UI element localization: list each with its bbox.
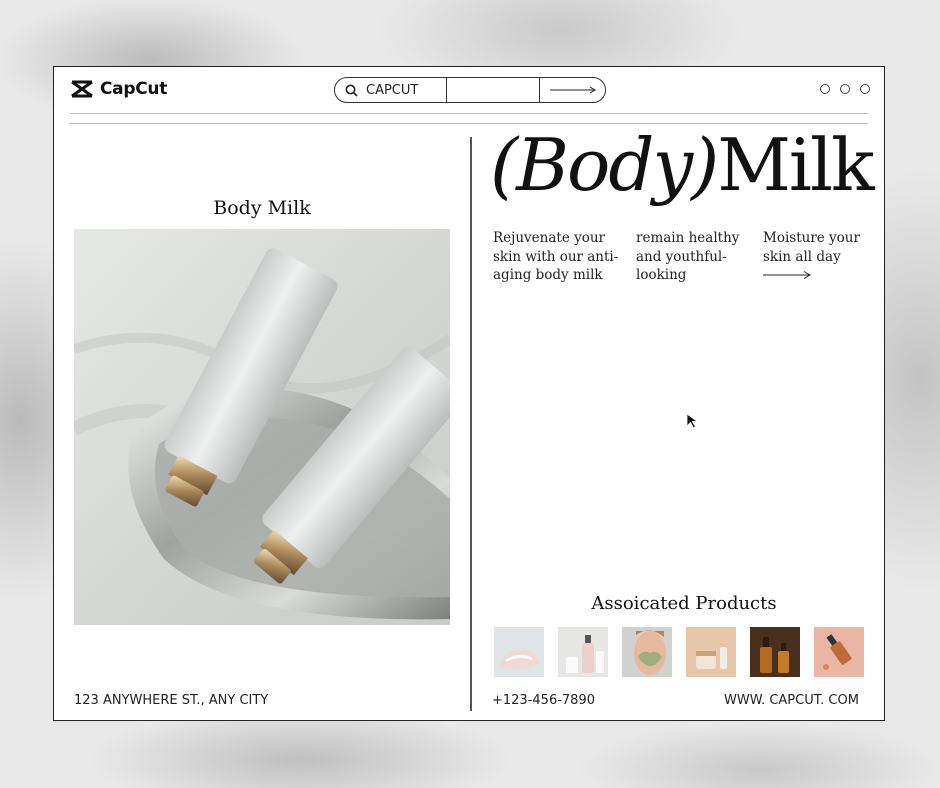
description-column: remain healthy and youthful- looking [636, 229, 739, 285]
lotion-bottles-image [558, 627, 608, 677]
window-controls [820, 84, 870, 94]
description-column: Moisture your skin all day [763, 229, 860, 280]
capcut-logo[interactable]: CapCut [70, 79, 167, 99]
description-column: Rejuvenate your skin with our anti- agin… [493, 229, 618, 285]
hero-title-rest: Milk [717, 123, 874, 207]
search-value: CAPCUT [366, 82, 419, 98]
description-line: skin all day [763, 248, 841, 265]
product-thumbnail[interactable] [814, 627, 864, 677]
dropper-bottle-image [814, 627, 864, 677]
search-go-button[interactable] [540, 78, 605, 102]
search-field-blank[interactable] [447, 78, 540, 102]
product-title: Body Milk [213, 197, 311, 219]
description-line: skin with our anti- [493, 248, 619, 265]
search-input[interactable]: CAPCUT [335, 78, 447, 102]
product-thumbnail[interactable] [750, 627, 800, 677]
product-thumbnail[interactable] [494, 627, 544, 677]
description-line: remain healthy [636, 230, 740, 246]
product-thumbnail[interactable] [622, 627, 672, 677]
divider-line [70, 113, 868, 114]
associated-products-title: Assoicated Products [591, 593, 777, 614]
description-line: Moisture your [763, 230, 860, 246]
search-bar[interactable]: CAPCUT [334, 77, 606, 103]
search-icon [345, 84, 358, 97]
top-bar: CapCut CAPCUT [54, 67, 884, 115]
description-line: looking [636, 267, 687, 283]
browser-window: CapCut CAPCUT Body Milk (Body)Milk Rejuv… [53, 66, 885, 721]
hero-title-italic: (Body) [490, 123, 719, 207]
cream-jars-image [686, 627, 736, 677]
body-milk-tubes-image [74, 229, 450, 625]
brand-name: CapCut [100, 79, 168, 99]
cream-swatch-image [494, 627, 544, 677]
associated-products-list [494, 627, 864, 677]
description-line: Rejuvenate your [493, 230, 606, 246]
serum-bottles-image [750, 627, 800, 677]
arrow-right-icon[interactable] [763, 270, 811, 280]
footer-phone: +123-456-7890 [492, 693, 595, 708]
arrow-right-icon [549, 86, 596, 94]
description-line: and youthful- [636, 248, 727, 265]
capcut-logo-icon [71, 80, 93, 98]
product-thumbnail[interactable] [558, 627, 608, 677]
footer-website[interactable]: WWW. CAPCUT. COM [724, 693, 859, 708]
mouse-cursor-icon [686, 413, 699, 429]
hero-title: (Body)Milk [490, 129, 875, 201]
window-control-dot[interactable] [860, 84, 870, 94]
window-control-dot[interactable] [840, 84, 850, 94]
window-control-dot[interactable] [820, 84, 830, 94]
face-mask-image [622, 627, 672, 677]
description-line: aging body milk [493, 267, 603, 283]
product-thumbnail[interactable] [686, 627, 736, 677]
footer-address: 123 ANYWHERE ST., ANY CITY [74, 693, 269, 708]
product-photo [74, 229, 450, 625]
vertical-divider [470, 137, 472, 711]
